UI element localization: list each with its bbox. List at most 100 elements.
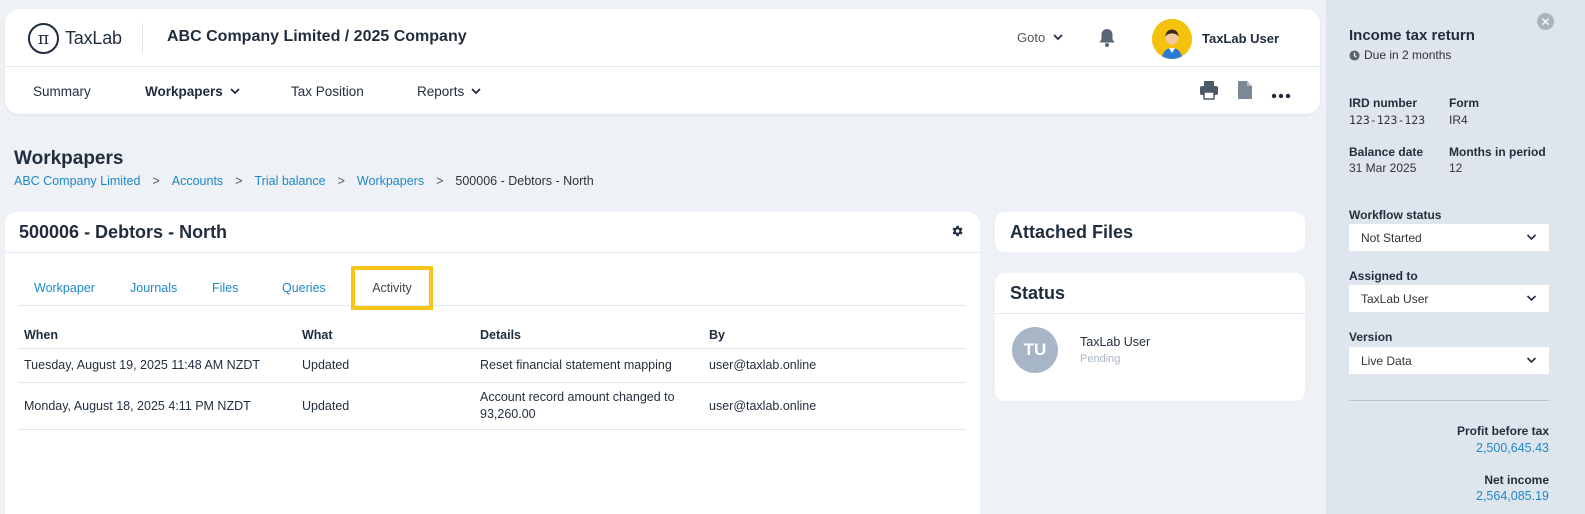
due-text: Due in 2 months (1364, 48, 1452, 62)
nav-summary-label: Summary (33, 84, 91, 99)
breadcrumb-current: 500006 - Debtors - North (455, 174, 594, 188)
breadcrumb-separator: > (436, 174, 444, 188)
cell-what: Updated (296, 348, 474, 383)
cell-by: user@taxlab.online (703, 382, 966, 430)
column-header-by[interactable]: By (703, 322, 966, 349)
ird-label: IRD number (1349, 96, 1418, 110)
assigned-to-value: TaxLab User (1361, 291, 1429, 306)
status-badge: Pending (1080, 353, 1121, 365)
more-icon[interactable] (1271, 87, 1291, 102)
breadcrumb-company[interactable]: ABC Company Limited (14, 174, 140, 188)
nav-reports[interactable]: Reports (417, 84, 481, 99)
cell-what: Updated (296, 382, 474, 430)
column-header-details[interactable]: Details (474, 322, 703, 349)
breadcrumb-separator: > (235, 174, 243, 188)
months-value: 12 (1449, 161, 1463, 175)
avatar: TU (1012, 327, 1058, 373)
panel-divider (1349, 400, 1549, 401)
breadcrumb-trial-balance[interactable]: Trial balance (255, 174, 326, 188)
logo-pi-icon: π (28, 23, 59, 54)
net-income-value[interactable]: 2,564,085.19 (1476, 489, 1549, 503)
chevron-down-icon (471, 88, 481, 95)
company-title: ABC Company Limited / 2025 Company (167, 28, 467, 45)
form-label: Form (1449, 96, 1479, 110)
cell-when: Tuesday, August 19, 2025 11:48 AM NZDT (18, 348, 296, 383)
user-avatar[interactable] (1152, 19, 1192, 59)
profit-before-tax-value[interactable]: 2,500,645.43 (1476, 441, 1549, 455)
top-bar: π TaxLab ABC Company Limited / 2025 Comp… (5, 9, 1320, 67)
column-header-what[interactable]: What (296, 322, 474, 349)
column-header-when[interactable]: When (18, 322, 296, 349)
goto-label: Goto (1017, 30, 1046, 45)
form-value: IR4 (1449, 113, 1468, 127)
net-income-label: Net income (1484, 473, 1549, 487)
version-value: Live Data (1361, 353, 1412, 368)
attached-files-title: Attached Files (1010, 222, 1134, 242)
breadcrumb-accounts[interactable]: Accounts (172, 174, 223, 188)
logo-text: TaxLab (65, 28, 122, 48)
tab-queries[interactable]: Queries (282, 281, 326, 295)
top-card: π TaxLab ABC Company Limited / 2025 Comp… (5, 9, 1320, 114)
document-icon[interactable] (1237, 80, 1253, 103)
workflow-status-select[interactable]: Not Started (1349, 224, 1549, 251)
breadcrumb: ABC Company Limited > Accounts > Trial b… (14, 174, 594, 188)
tab-activity[interactable]: Activity (351, 266, 433, 310)
status-title: Status (1010, 283, 1066, 303)
assigned-to-select[interactable]: TaxLab User (1349, 285, 1549, 312)
cell-details: Reset financial statement mapping (474, 348, 703, 383)
user-name[interactable]: TaxLab User (1202, 31, 1279, 46)
breadcrumb-separator: > (152, 174, 160, 188)
nav-reports-label: Reports (417, 84, 465, 99)
activity-table: When What Details By Tuesday, August 19,… (18, 322, 966, 430)
version-select[interactable]: Live Data (1349, 347, 1549, 374)
close-icon[interactable]: ✕ (1537, 13, 1554, 30)
workflow-status-value: Not Started (1361, 230, 1422, 245)
workpaper-card: 500006 - Debtors - North Workpaper Journ… (5, 212, 980, 514)
breadcrumb-separator: > (337, 174, 345, 188)
chevron-down-icon (1526, 357, 1537, 364)
nav-workpapers[interactable]: Workpapers (145, 84, 240, 99)
version-label: Version (1349, 330, 1393, 344)
chevron-down-icon (1053, 34, 1063, 41)
workpaper-title: 500006 - Debtors - North (19, 222, 228, 242)
breadcrumb-workpapers[interactable]: Workpapers (357, 174, 424, 188)
cell-when: Monday, August 18, 2025 4:11 PM NZDT (18, 382, 296, 430)
print-icon[interactable] (1199, 80, 1219, 103)
months-label: Months in period (1449, 145, 1546, 159)
profit-before-tax-label: Profit before tax (1456, 424, 1549, 438)
attached-files-card: Attached Files (995, 212, 1305, 252)
status-card: Status TU TaxLab User Pending (995, 273, 1305, 401)
workpaper-header: 500006 - Debtors - North (5, 212, 980, 253)
nav-tax-position[interactable]: Tax Position (291, 84, 364, 99)
workpaper-tabs: Workpaper Journals Files Queries Activit… (18, 266, 966, 310)
clock-icon (1349, 49, 1360, 61)
tab-workpaper[interactable]: Workpaper (34, 281, 95, 295)
table-row: Monday, August 18, 2025 4:11 PM NZDT Upd… (18, 382, 966, 430)
page-title: Workpapers (14, 148, 124, 169)
panel-title: Income tax return (1349, 27, 1475, 44)
main-area: π TaxLab ABC Company Limited / 2025 Comp… (0, 0, 1340, 514)
status-divider (995, 313, 1305, 314)
tab-files[interactable]: Files (212, 281, 238, 295)
gear-icon[interactable] (950, 224, 964, 241)
goto-dropdown[interactable]: Goto (1017, 30, 1063, 45)
taxlab-logo[interactable]: π TaxLab (28, 23, 122, 54)
nav-bar: Summary Workpapers Tax Position Reports (5, 67, 1320, 114)
workflow-status-label: Workflow status (1349, 208, 1442, 222)
table-header-row: When What Details By (18, 322, 966, 349)
nav-tax-position-label: Tax Position (291, 84, 364, 99)
cell-details: Account record amount changed to 93,260.… (474, 382, 703, 430)
tab-journals[interactable]: Journals (130, 281, 177, 295)
balance-date-value: 31 Mar 2025 (1349, 161, 1417, 175)
header-divider (142, 23, 143, 53)
due-date: Due in 2 months (1349, 48, 1451, 62)
nav-summary[interactable]: Summary (33, 84, 91, 99)
table-row: Tuesday, August 19, 2025 11:48 AM NZDT U… (18, 348, 966, 383)
status-user-name: TaxLab User (1080, 335, 1151, 349)
chevron-down-icon (1526, 295, 1537, 302)
chevron-down-icon (1526, 234, 1537, 241)
cell-by: user@taxlab.online (703, 348, 966, 383)
assigned-to-label: Assigned to (1349, 269, 1418, 283)
bell-icon[interactable] (1098, 28, 1116, 51)
balance-date-label: Balance date (1349, 145, 1424, 159)
